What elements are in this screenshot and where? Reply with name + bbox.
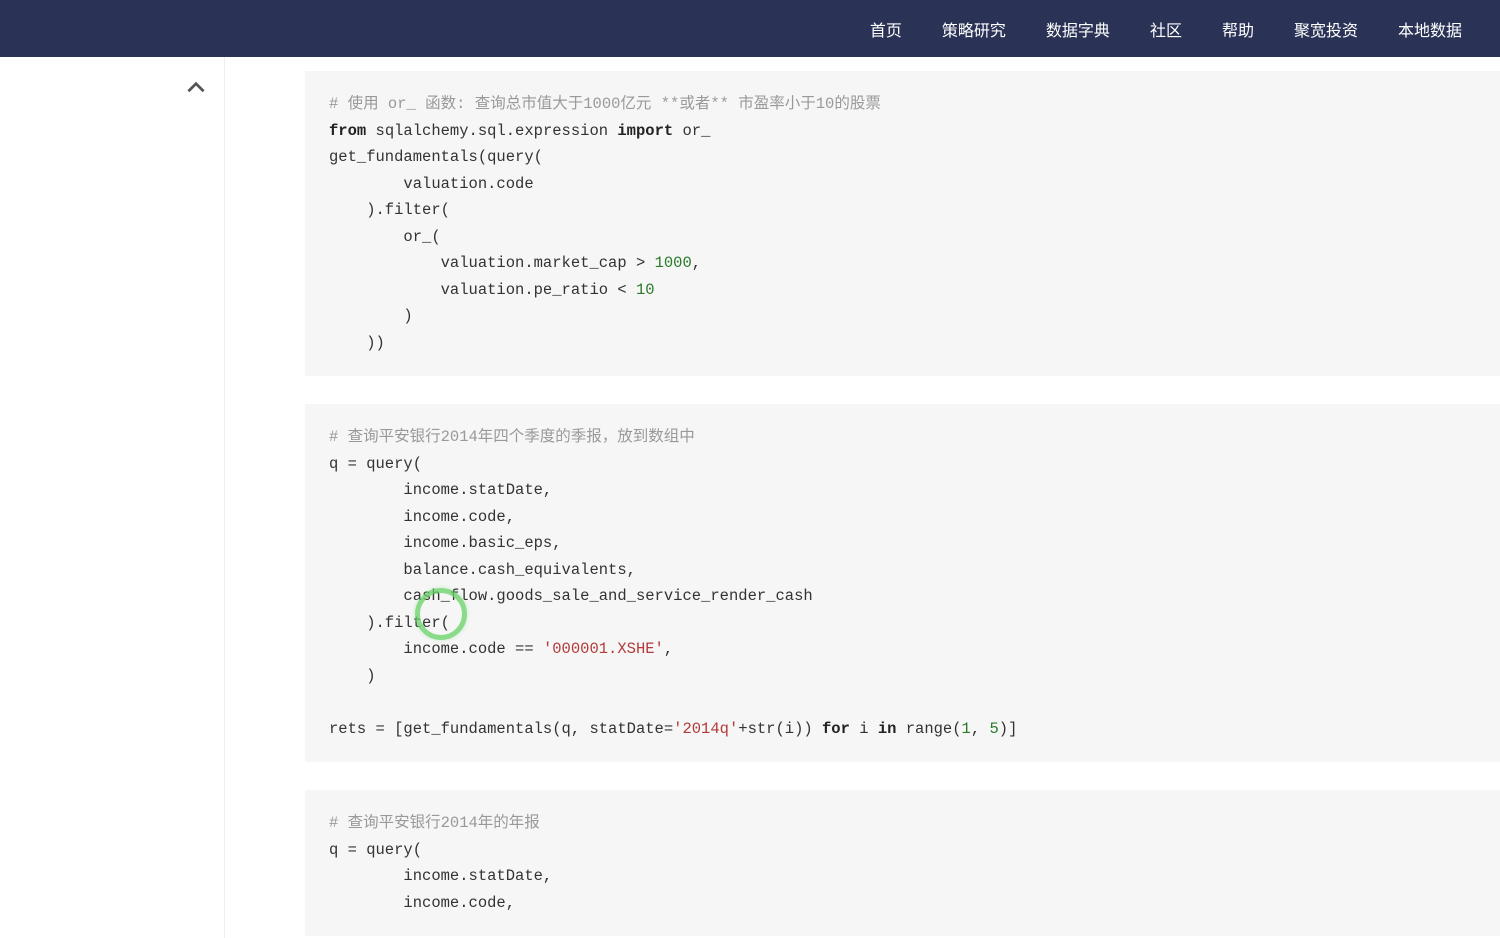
code-block-2: # 查询平安银行2014年四个季度的季报，放到数组中 q = query( in… <box>305 404 1500 762</box>
code-block-1: # 使用 or_ 函数: 查询总市值大于1000亿元 **或者** 市盈率小于1… <box>305 71 1500 376</box>
chevron-up-icon <box>183 88 209 105</box>
code-text: valuation.market_cap > <box>329 254 655 272</box>
code-text: range( <box>896 720 961 738</box>
sidebar: , 可选 丁选 选 选 , 可选 <box>0 57 225 938</box>
code-text: income.statDate, <box>329 867 552 885</box>
code-text: income.code, <box>329 894 515 912</box>
code-block-3: # 查询平安银行2014年的年报 q = query( income.statD… <box>305 790 1500 936</box>
code-string: '000001.XSHE' <box>543 640 664 658</box>
nav-help[interactable]: 帮助 <box>1202 17 1274 41</box>
sidebar-item[interactable]: 丁选 <box>0 482 220 527</box>
code-text: , <box>971 720 990 738</box>
sidebar-collapse-button[interactable] <box>183 75 209 106</box>
code-text: rets = [get_fundamentals(q, statDate= <box>329 720 673 738</box>
code-text: sqlalchemy.sql.expression <box>366 122 617 140</box>
code-keyword: in <box>878 720 897 738</box>
code-comment: # 查询平安银行2014年的年报 <box>329 814 540 832</box>
code-text: ).filter( <box>329 614 450 632</box>
code-keyword: import <box>617 122 673 140</box>
code-text: ) <box>329 667 376 685</box>
code-text: +str(i)) <box>738 720 822 738</box>
sidebar-item[interactable]: 选 <box>0 527 220 572</box>
code-text: or_ <box>673 122 710 140</box>
code-text: valuation.pe_ratio < <box>329 281 636 299</box>
nav-community[interactable]: 社区 <box>1130 17 1202 41</box>
code-text: , <box>664 640 673 658</box>
code-text: income.basic_eps, <box>329 534 562 552</box>
code-keyword: from <box>329 122 366 140</box>
code-text: balance.cash_equivalents, <box>329 561 636 579</box>
code-text: ) <box>329 307 413 325</box>
code-string: '2014q' <box>673 720 738 738</box>
code-text: q = query( <box>329 841 422 859</box>
code-text: ).filter( <box>329 201 450 219</box>
code-text: q = query( <box>329 455 422 473</box>
main-content[interactable]: # 使用 or_ 函数: 查询总市值大于1000亿元 **或者** 市盈率小于1… <box>245 57 1500 938</box>
code-comment: # 查询平安银行2014年四个季度的季报，放到数组中 <box>329 428 695 446</box>
nav-data-dict[interactable]: 数据字典 <box>1026 17 1130 41</box>
code-text: income.statDate, <box>329 481 552 499</box>
code-text: or_( <box>329 228 441 246</box>
sidebar-item[interactable]: , 可选 <box>0 437 220 482</box>
code-text: )] <box>999 720 1018 738</box>
code-text: )) <box>329 334 385 352</box>
code-comment: # 使用 or_ 函数: 查询总市值大于1000亿元 **或者** 市盈率小于1… <box>329 95 881 113</box>
top-nav: 首页 策略研究 数据字典 社区 帮助 聚宽投资 本地数据 <box>0 0 1500 57</box>
nav-home[interactable]: 首页 <box>850 17 922 41</box>
code-text: , <box>692 254 701 272</box>
code-number: 5 <box>989 720 998 738</box>
nav-jukuan[interactable]: 聚宽投资 <box>1274 17 1378 41</box>
nav-strategy[interactable]: 策略研究 <box>922 17 1026 41</box>
code-number: 1 <box>962 720 971 738</box>
code-text: get_fundamentals(query( <box>329 148 543 166</box>
code-text: valuation.code <box>329 175 534 193</box>
code-text: income.code == <box>329 640 543 658</box>
code-text: i <box>850 720 878 738</box>
sidebar-items: , 可选 丁选 选 选 , 可选 <box>0 437 220 662</box>
code-number: 1000 <box>655 254 692 272</box>
code-text: cash_flow.goods_sale_and_service_render_… <box>329 587 813 605</box>
sidebar-item[interactable]: , 可选 <box>0 617 220 662</box>
nav-local-data[interactable]: 本地数据 <box>1378 17 1482 41</box>
code-text: income.code, <box>329 508 515 526</box>
sidebar-item[interactable]: 选 <box>0 572 220 617</box>
code-keyword: for <box>822 720 850 738</box>
code-number: 10 <box>636 281 655 299</box>
